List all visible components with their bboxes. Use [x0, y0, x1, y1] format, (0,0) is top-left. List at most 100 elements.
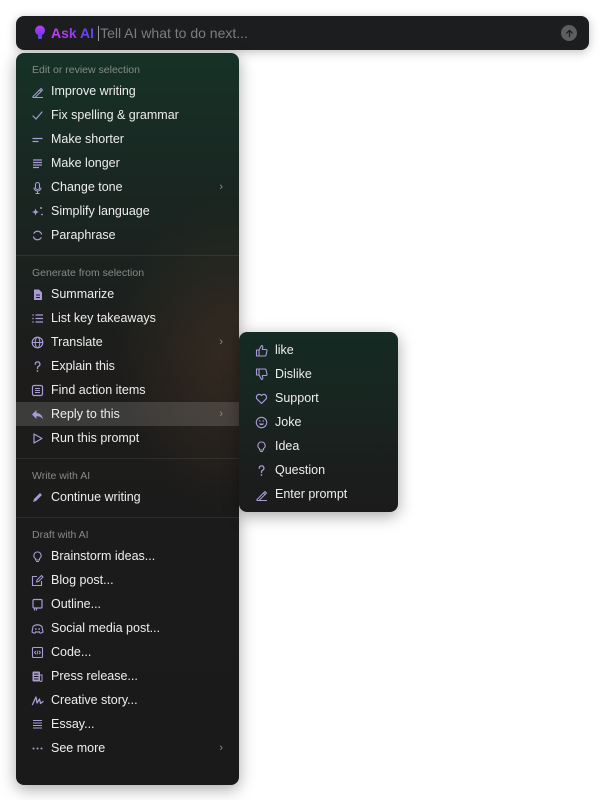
chevron-right-icon: › — [219, 181, 223, 193]
menu-item-run-this-prompt[interactable]: Run this prompt — [16, 426, 239, 450]
menu-item-brainstorm-ideas[interactable]: Brainstorm ideas... — [16, 544, 239, 568]
menu-item-social-media-post[interactable]: Social media post... — [16, 616, 239, 640]
question-icon — [31, 360, 44, 373]
menu-divider — [16, 255, 239, 256]
menu-item-paraphrase[interactable]: Paraphrase — [16, 223, 239, 247]
list-icon — [31, 312, 44, 325]
menu-item-code[interactable]: Code... — [16, 640, 239, 664]
paragraph-icon — [31, 718, 44, 731]
menu-item-label: Essay... — [51, 717, 95, 731]
reply-item-enter-prompt[interactable]: Enter prompt — [239, 482, 398, 506]
menu-item-reply-to-this[interactable]: Reply to this › — [16, 402, 239, 426]
menu-item-change-tone[interactable]: Change tone › — [16, 175, 239, 199]
pen-icon — [255, 488, 268, 501]
menu-item-label: Summarize — [51, 287, 115, 301]
reply-item-dislike[interactable]: Dislike — [239, 362, 398, 386]
lightbulb-icon — [255, 440, 268, 453]
menu-item-creative-story[interactable]: Creative story... — [16, 688, 239, 712]
menu-item-make-longer[interactable]: Make longer — [16, 151, 239, 175]
menu-item-label: Press release... — [51, 669, 138, 683]
menu-item-find-action-items[interactable]: Find action items — [16, 378, 239, 402]
reply-submenu: like Dislike Support Joke Idea Question … — [239, 332, 398, 512]
globe-icon — [31, 336, 44, 349]
menu-item-label: Blog post... — [51, 573, 114, 587]
reply-item-label: Enter prompt — [275, 487, 348, 501]
menu-item-outline[interactable]: Outline... — [16, 592, 239, 616]
pencil-icon — [31, 491, 44, 504]
section-title: Generate from selection — [32, 267, 145, 279]
menu-item-label: Brainstorm ideas... — [51, 549, 156, 563]
arrow-up-icon — [565, 29, 573, 37]
code-icon — [31, 646, 44, 659]
menu-item-label: Explain this — [51, 359, 115, 373]
menu-divider — [16, 517, 239, 518]
reply-item-joke[interactable]: Joke — [239, 410, 398, 434]
menu-item-label: Code... — [51, 645, 92, 659]
play-icon — [31, 432, 44, 445]
send-button[interactable] — [561, 25, 577, 41]
question-icon — [255, 464, 268, 477]
menu-item-label: Run this prompt — [51, 431, 140, 445]
ask-ai-label: Ask AI — [51, 25, 95, 41]
reply-item-label: Dislike — [275, 367, 312, 381]
reply-item-question[interactable]: Question — [239, 458, 398, 482]
menu-item-summarize[interactable]: Summarize — [16, 282, 239, 306]
menu-item-label: Reply to this — [51, 407, 120, 421]
sparkle-icon — [31, 205, 44, 218]
ai-command-menu: Edit or review selection Improve writing… — [16, 53, 239, 785]
reply-item-label: like — [275, 343, 294, 357]
section-title: Draft with AI — [32, 529, 89, 541]
refresh-icon — [31, 229, 44, 242]
menu-item-explain-this[interactable]: Explain this — [16, 354, 239, 378]
short-lines-icon — [31, 133, 44, 146]
ask-ai-bar: Ask AI — [16, 16, 589, 50]
menu-item-essay[interactable]: Essay... — [16, 712, 239, 736]
chevron-right-icon: › — [219, 336, 223, 348]
menu-item-label: Social media post... — [51, 621, 161, 635]
reply-icon — [31, 408, 44, 421]
menu-item-label: Improve writing — [51, 84, 136, 98]
reply-item-label: Idea — [275, 439, 300, 453]
menu-item-simplify-language[interactable]: Simplify language — [16, 199, 239, 223]
menu-item-blog-post[interactable]: Blog post... — [16, 568, 239, 592]
menu-item-fix-spelling-grammar[interactable]: Fix spelling & grammar — [16, 103, 239, 127]
reply-item-like[interactable]: like — [239, 338, 398, 362]
ai-bulb-icon — [34, 25, 46, 41]
newspaper-icon — [31, 670, 44, 683]
ask-ai-input[interactable] — [100, 25, 561, 41]
menu-item-make-shorter[interactable]: Make shorter — [16, 127, 239, 151]
menu-item-translate[interactable]: Translate › — [16, 330, 239, 354]
menu-item-label: Continue writing — [51, 490, 141, 504]
menu-item-label: Make longer — [51, 156, 120, 170]
thumbs-up-icon — [255, 344, 268, 357]
check-icon — [31, 109, 44, 122]
chevron-right-icon: › — [219, 742, 223, 754]
reply-item-support[interactable]: Support — [239, 386, 398, 410]
document-icon — [31, 288, 44, 301]
text-caret — [98, 25, 100, 41]
section-title: Edit or review selection — [32, 64, 140, 76]
ellipsis-icon — [31, 742, 44, 755]
menu-item-label: Fix spelling & grammar — [51, 108, 179, 122]
discord-icon — [31, 622, 44, 635]
reply-item-label: Question — [275, 463, 326, 477]
menu-item-improve-writing[interactable]: Improve writing — [16, 79, 239, 103]
chevron-right-icon: › — [219, 408, 223, 420]
menu-item-press-release[interactable]: Press release... — [16, 664, 239, 688]
reply-item-idea[interactable]: Idea — [239, 434, 398, 458]
checklist-icon — [31, 384, 44, 397]
reply-item-label: Joke — [275, 415, 302, 429]
menu-item-label: List key takeaways — [51, 311, 156, 325]
book-icon — [31, 598, 44, 611]
edit-doc-icon — [31, 574, 44, 587]
menu-item-continue-writing[interactable]: Continue writing — [16, 485, 239, 509]
menu-divider — [16, 458, 239, 459]
menu-item-list-key-takeaways[interactable]: List key takeaways — [16, 306, 239, 330]
lightbulb-icon — [31, 550, 44, 563]
menu-item-label: Simplify language — [51, 204, 150, 218]
reply-item-label: Support — [275, 391, 319, 405]
menu-item-label: Paraphrase — [51, 228, 116, 242]
menu-item-see-more[interactable]: See more › — [16, 736, 239, 760]
menu-item-label: Outline... — [51, 597, 102, 611]
menu-item-label: Translate — [51, 335, 103, 349]
